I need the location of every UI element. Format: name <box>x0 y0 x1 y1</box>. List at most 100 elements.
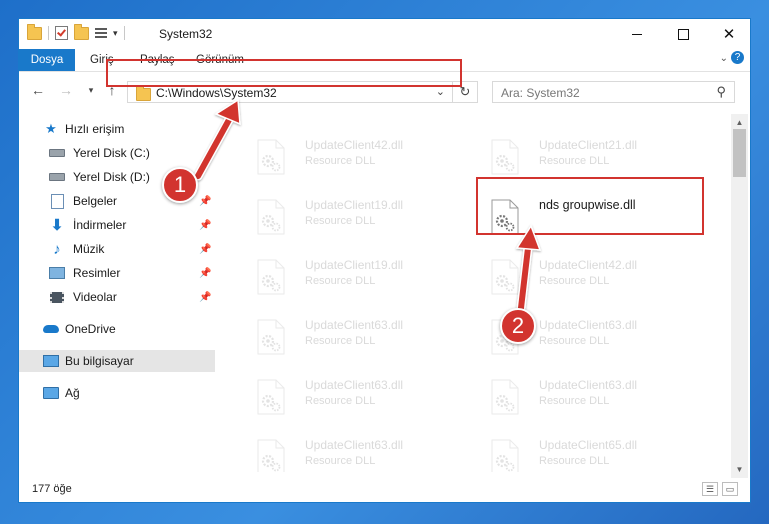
sidebar-item-label: İndirmeler <box>73 218 127 232</box>
file-list: UpdateClient42.dll Resource DLL UpdateClie… <box>231 114 735 472</box>
file-type: Resource DLL <box>539 155 610 167</box>
search-icon[interactable]: ⚲ <box>716 84 726 100</box>
file-type: Resource DLL <box>305 455 376 467</box>
star-icon: ★ <box>45 121 57 136</box>
title-bar: ▾ System32 ✕ <box>19 19 750 49</box>
maximize-button[interactable] <box>660 19 706 49</box>
properties-check-icon[interactable] <box>55 26 68 40</box>
sidebar-item-label: Yerel Disk (C:) <box>73 146 150 160</box>
videos-icon <box>49 290 65 304</box>
file-name: UpdateClient63.dll <box>305 378 404 392</box>
step-badge-1: 1 <box>162 167 198 203</box>
minimize-icon <box>632 33 642 35</box>
computer-icon <box>43 354 59 368</box>
window-title: System32 <box>159 27 213 41</box>
download-icon: ⬇ <box>50 217 64 234</box>
dll-file-icon <box>257 199 285 235</box>
dll-file-icon <box>257 259 285 295</box>
file-item[interactable]: UpdateClient19.dll Resource DLL <box>249 196 479 244</box>
dll-file-icon <box>257 319 285 355</box>
details-view-icon[interactable]: ☰ <box>702 482 718 496</box>
pin-icon[interactable]: 📌 <box>199 220 211 231</box>
file-name: UpdateClient63.dll <box>539 318 638 332</box>
sidebar-item-local-disk-c[interactable]: Yerel Disk (C:) <box>19 142 215 164</box>
pin-icon[interactable]: 📌 <box>199 268 211 279</box>
properties-list-icon[interactable] <box>95 27 107 39</box>
sidebar-item-label: Müzik <box>73 242 105 256</box>
dll-file-icon <box>491 139 519 175</box>
forward-arrow-icon: → <box>59 82 73 98</box>
customize-toolbar-dropdown-icon[interactable]: ▾ <box>113 28 118 39</box>
file-item[interactable]: UpdateClient63.dll Resource DLL <box>249 376 479 424</box>
step-badge-2: 2 <box>500 308 536 344</box>
file-item[interactable]: UpdateClient63.dll Resource DLL <box>483 376 713 424</box>
back-arrow-icon: ← <box>31 82 45 98</box>
sidebar-item-this-pc[interactable]: Bu bilgisayar <box>19 350 215 372</box>
file-name: UpdateClient19.dll <box>305 258 404 272</box>
dll-file-icon <box>491 379 519 415</box>
item-count: 177 öğe <box>32 483 72 495</box>
close-button[interactable]: ✕ <box>706 19 750 49</box>
sidebar-item-network[interactable]: Ağ <box>19 382 215 404</box>
documents-icon <box>49 193 65 209</box>
drive-icon <box>49 170 65 184</box>
back-button[interactable]: ← <box>29 81 47 99</box>
scrollbar-thumb[interactable] <box>733 129 746 177</box>
file-type: Resource DLL <box>305 275 376 287</box>
file-item[interactable]: UpdateClient65.dll Resource DLL <box>483 436 713 472</box>
maximize-icon <box>677 28 689 40</box>
address-path[interactable]: C:\Windows\System32 <box>156 86 277 100</box>
dll-file-icon <box>257 139 285 175</box>
sidebar-item-label: Ağ <box>65 386 80 400</box>
minimize-button[interactable] <box>614 19 660 49</box>
file-name: UpdateClient63.dll <box>305 438 404 452</box>
vertical-scrollbar[interactable]: ▲ ▼ <box>731 114 748 478</box>
file-item[interactable]: UpdateClient63.dll Resource DLL <box>249 316 479 364</box>
file-type: Resource DLL <box>305 395 376 407</box>
sidebar-item-label: Videolar <box>73 290 117 304</box>
sidebar-item-label: Belgeler <box>73 194 118 208</box>
file-type: Resource DLL <box>539 455 610 467</box>
help-icon[interactable]: ? <box>731 51 744 64</box>
dll-file-icon <box>257 439 285 472</box>
folder-icon <box>27 23 42 40</box>
file-name: UpdateClient63.dll <box>305 318 404 332</box>
sidebar-item-music[interactable]: ♪ Müzik 📌 <box>19 238 215 260</box>
sidebar-item-downloads[interactable]: ⬇ İndirmeler 📌 <box>19 214 215 236</box>
toolbar-divider <box>48 26 49 40</box>
music-icon: ♪ <box>53 240 61 258</box>
pin-icon[interactable]: 📌 <box>199 292 211 303</box>
sidebar-item-onedrive[interactable]: OneDrive <box>19 318 215 340</box>
sidebar-item-pictures[interactable]: Resimler 📌 <box>19 262 215 284</box>
dll-file-icon <box>491 259 519 295</box>
pin-icon[interactable]: 📌 <box>199 196 211 207</box>
large-icons-view-icon[interactable]: ▭ <box>722 482 738 496</box>
sidebar-item-videos[interactable]: Videolar 📌 <box>19 286 215 308</box>
pin-icon[interactable]: 📌 <box>199 244 211 255</box>
network-icon <box>43 386 59 400</box>
file-name: UpdateClient65.dll <box>539 438 638 452</box>
highlight-selected-file <box>476 177 704 235</box>
file-type: Resource DLL <box>539 275 610 287</box>
expand-ribbon-icon[interactable]: ⌄ <box>720 53 728 64</box>
file-item[interactable]: UpdateClient42.dll Resource DLL <box>249 136 479 184</box>
file-type: Resource DLL <box>305 155 376 167</box>
sidebar-item-label: OneDrive <box>65 322 116 336</box>
sidebar-item-quick-access[interactable]: ★ Hızlı erişim <box>19 118 215 140</box>
scroll-down-icon[interactable]: ▼ <box>731 461 748 478</box>
file-type: Resource DLL <box>305 335 376 347</box>
forward-button[interactable]: → <box>57 81 75 99</box>
file-explorer-window: ▾ System32 ✕ Dosya Giriş Paylaş Görünüm … <box>18 18 751 503</box>
pictures-icon <box>49 266 65 280</box>
file-item[interactable]: UpdateClient19.dll Resource DLL <box>249 256 479 304</box>
sidebar-item-label: Hızlı erişim <box>65 122 125 136</box>
file-item[interactable]: UpdateClient42.dll Resource DLL <box>483 256 713 304</box>
recent-locations-dropdown[interactable]: ▾ <box>82 81 100 99</box>
search-input[interactable]: Ara: System32 ⚲ <box>492 81 735 103</box>
tab-file[interactable]: Dosya <box>19 49 75 71</box>
drive-icon <box>49 146 65 160</box>
file-name: UpdateClient63.dll <box>539 378 638 392</box>
file-item[interactable]: UpdateClient63.dll Resource DLL <box>249 436 479 472</box>
file-name: UpdateClient19.dll <box>305 198 404 212</box>
new-folder-icon[interactable] <box>74 23 89 40</box>
